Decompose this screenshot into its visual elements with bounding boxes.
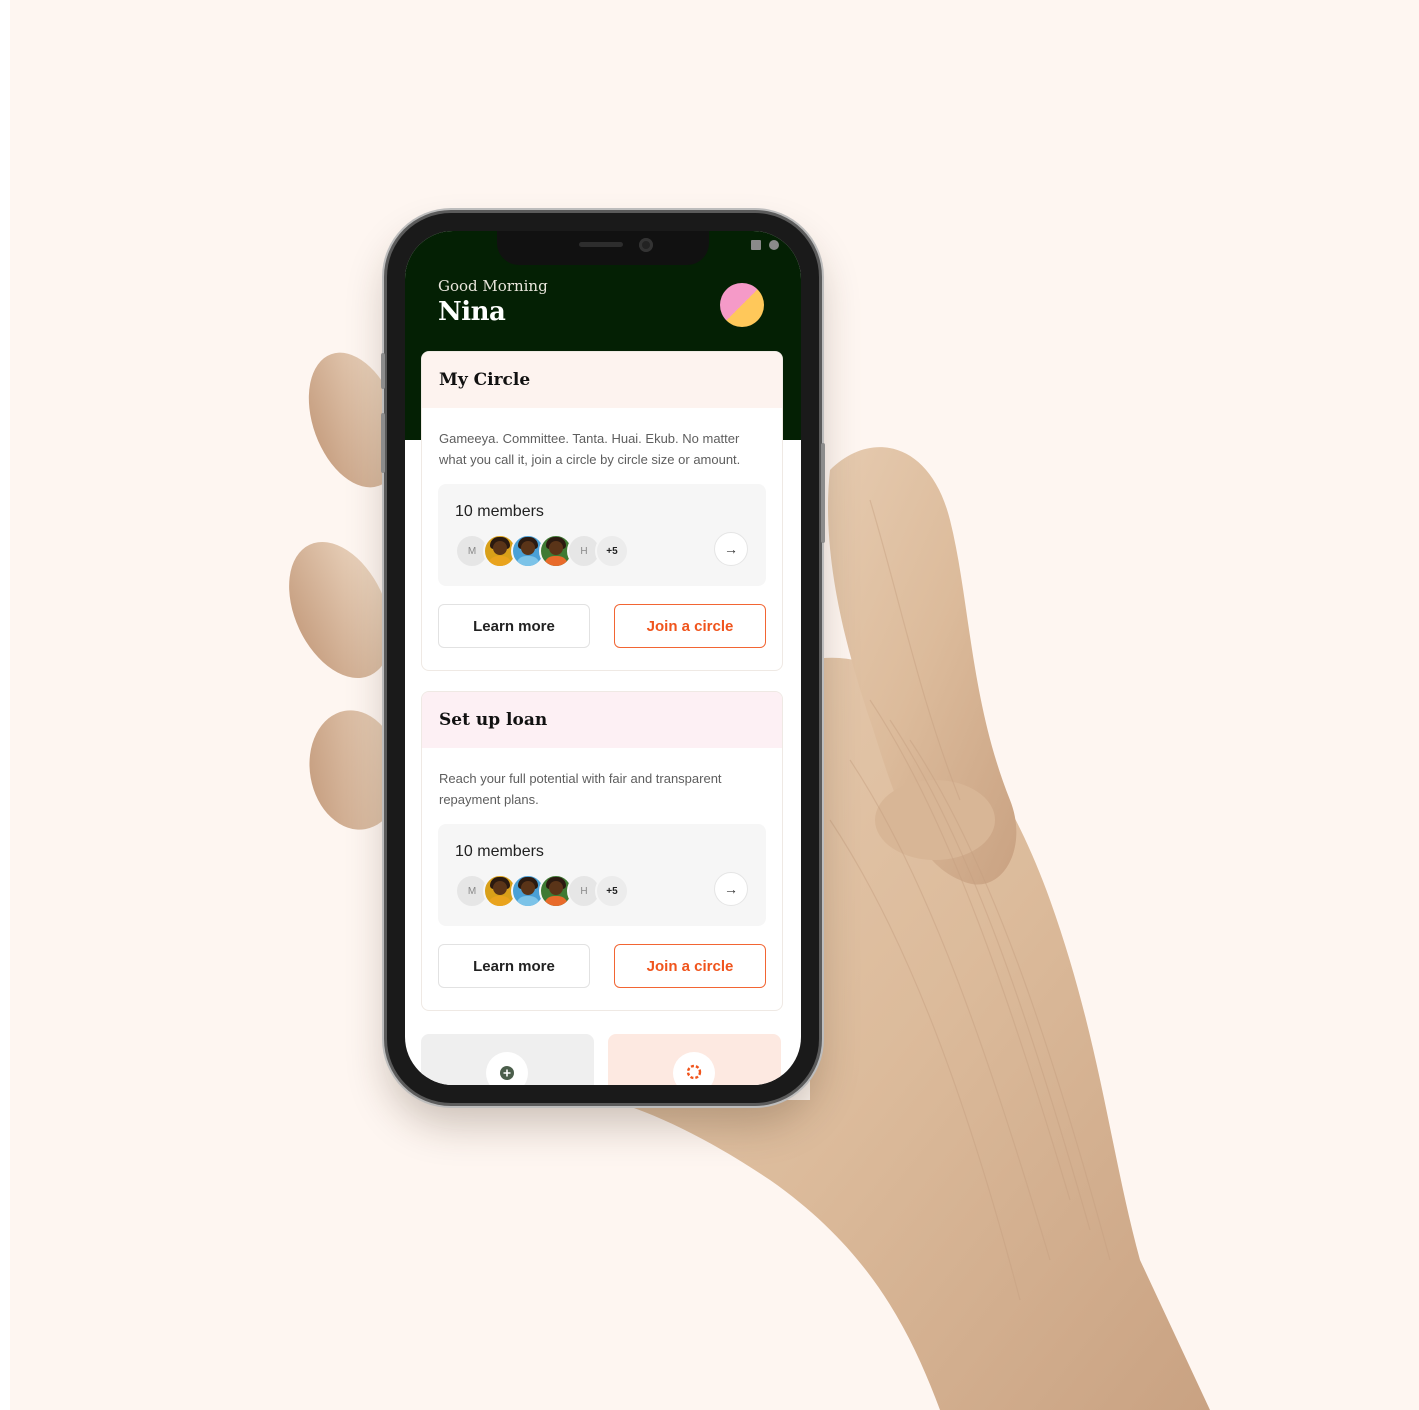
user-avatar[interactable] <box>720 283 764 327</box>
app-screen: Good Morning Nina My Circle Gameeya. Com… <box>405 231 801 1085</box>
member-avatar-more: +5 <box>595 534 629 568</box>
status-bar <box>751 240 779 250</box>
shortcut-tile-circle[interactable] <box>608 1034 781 1085</box>
plus-icon <box>486 1052 528 1085</box>
card-title: Set up loan <box>422 692 782 748</box>
camera-icon <box>639 238 653 252</box>
arrow-right-icon[interactable]: → <box>714 872 748 906</box>
learn-more-button[interactable]: Learn more <box>438 944 590 988</box>
members-summary[interactable]: 10 members M H +5 → <box>438 824 766 926</box>
card-actions: Learn more Join a circle <box>438 604 766 648</box>
phone-side-button <box>821 443 825 543</box>
phone-side-button <box>381 353 385 389</box>
member-avatars: M H +5 <box>455 874 629 908</box>
join-circle-button[interactable]: Join a circle <box>614 944 766 988</box>
card-description: Reach your full potential with fair and … <box>439 771 722 807</box>
members-count: 10 members <box>455 843 544 860</box>
learn-more-button[interactable]: Learn more <box>438 604 590 648</box>
card-title: My Circle <box>422 352 782 408</box>
phone-side-button <box>381 413 385 473</box>
speaker-grille <box>579 242 623 247</box>
phone-device: Good Morning Nina My Circle Gameeya. Com… <box>381 213 825 1103</box>
greeting-text: Good Morning <box>438 277 548 295</box>
shortcut-tile-add[interactable] <box>421 1034 594 1085</box>
arrow-right-icon[interactable]: → <box>714 532 748 566</box>
phone-notch <box>497 231 709 265</box>
square-icon <box>751 240 761 250</box>
set-up-loan-card: Set up loan Reach your full potential wi… <box>421 691 783 1011</box>
my-circle-card: My Circle Gameeya. Committee. Tanta. Hua… <box>421 351 783 671</box>
members-summary[interactable]: 10 members M H +5 → <box>438 484 766 586</box>
join-circle-button[interactable]: Join a circle <box>614 604 766 648</box>
page-background: Good Morning Nina My Circle Gameeya. Com… <box>10 0 1419 1410</box>
card-description: Gameeya. Committee. Tanta. Huai. Ekub. N… <box>439 431 741 467</box>
members-count: 10 members <box>455 503 544 520</box>
circle-group-icon <box>673 1052 715 1085</box>
user-name: Nina <box>438 297 506 327</box>
member-avatar-more: +5 <box>595 874 629 908</box>
member-avatars: M H +5 <box>455 534 629 568</box>
dot-icon <box>769 240 779 250</box>
card-actions: Learn more Join a circle <box>438 944 766 988</box>
